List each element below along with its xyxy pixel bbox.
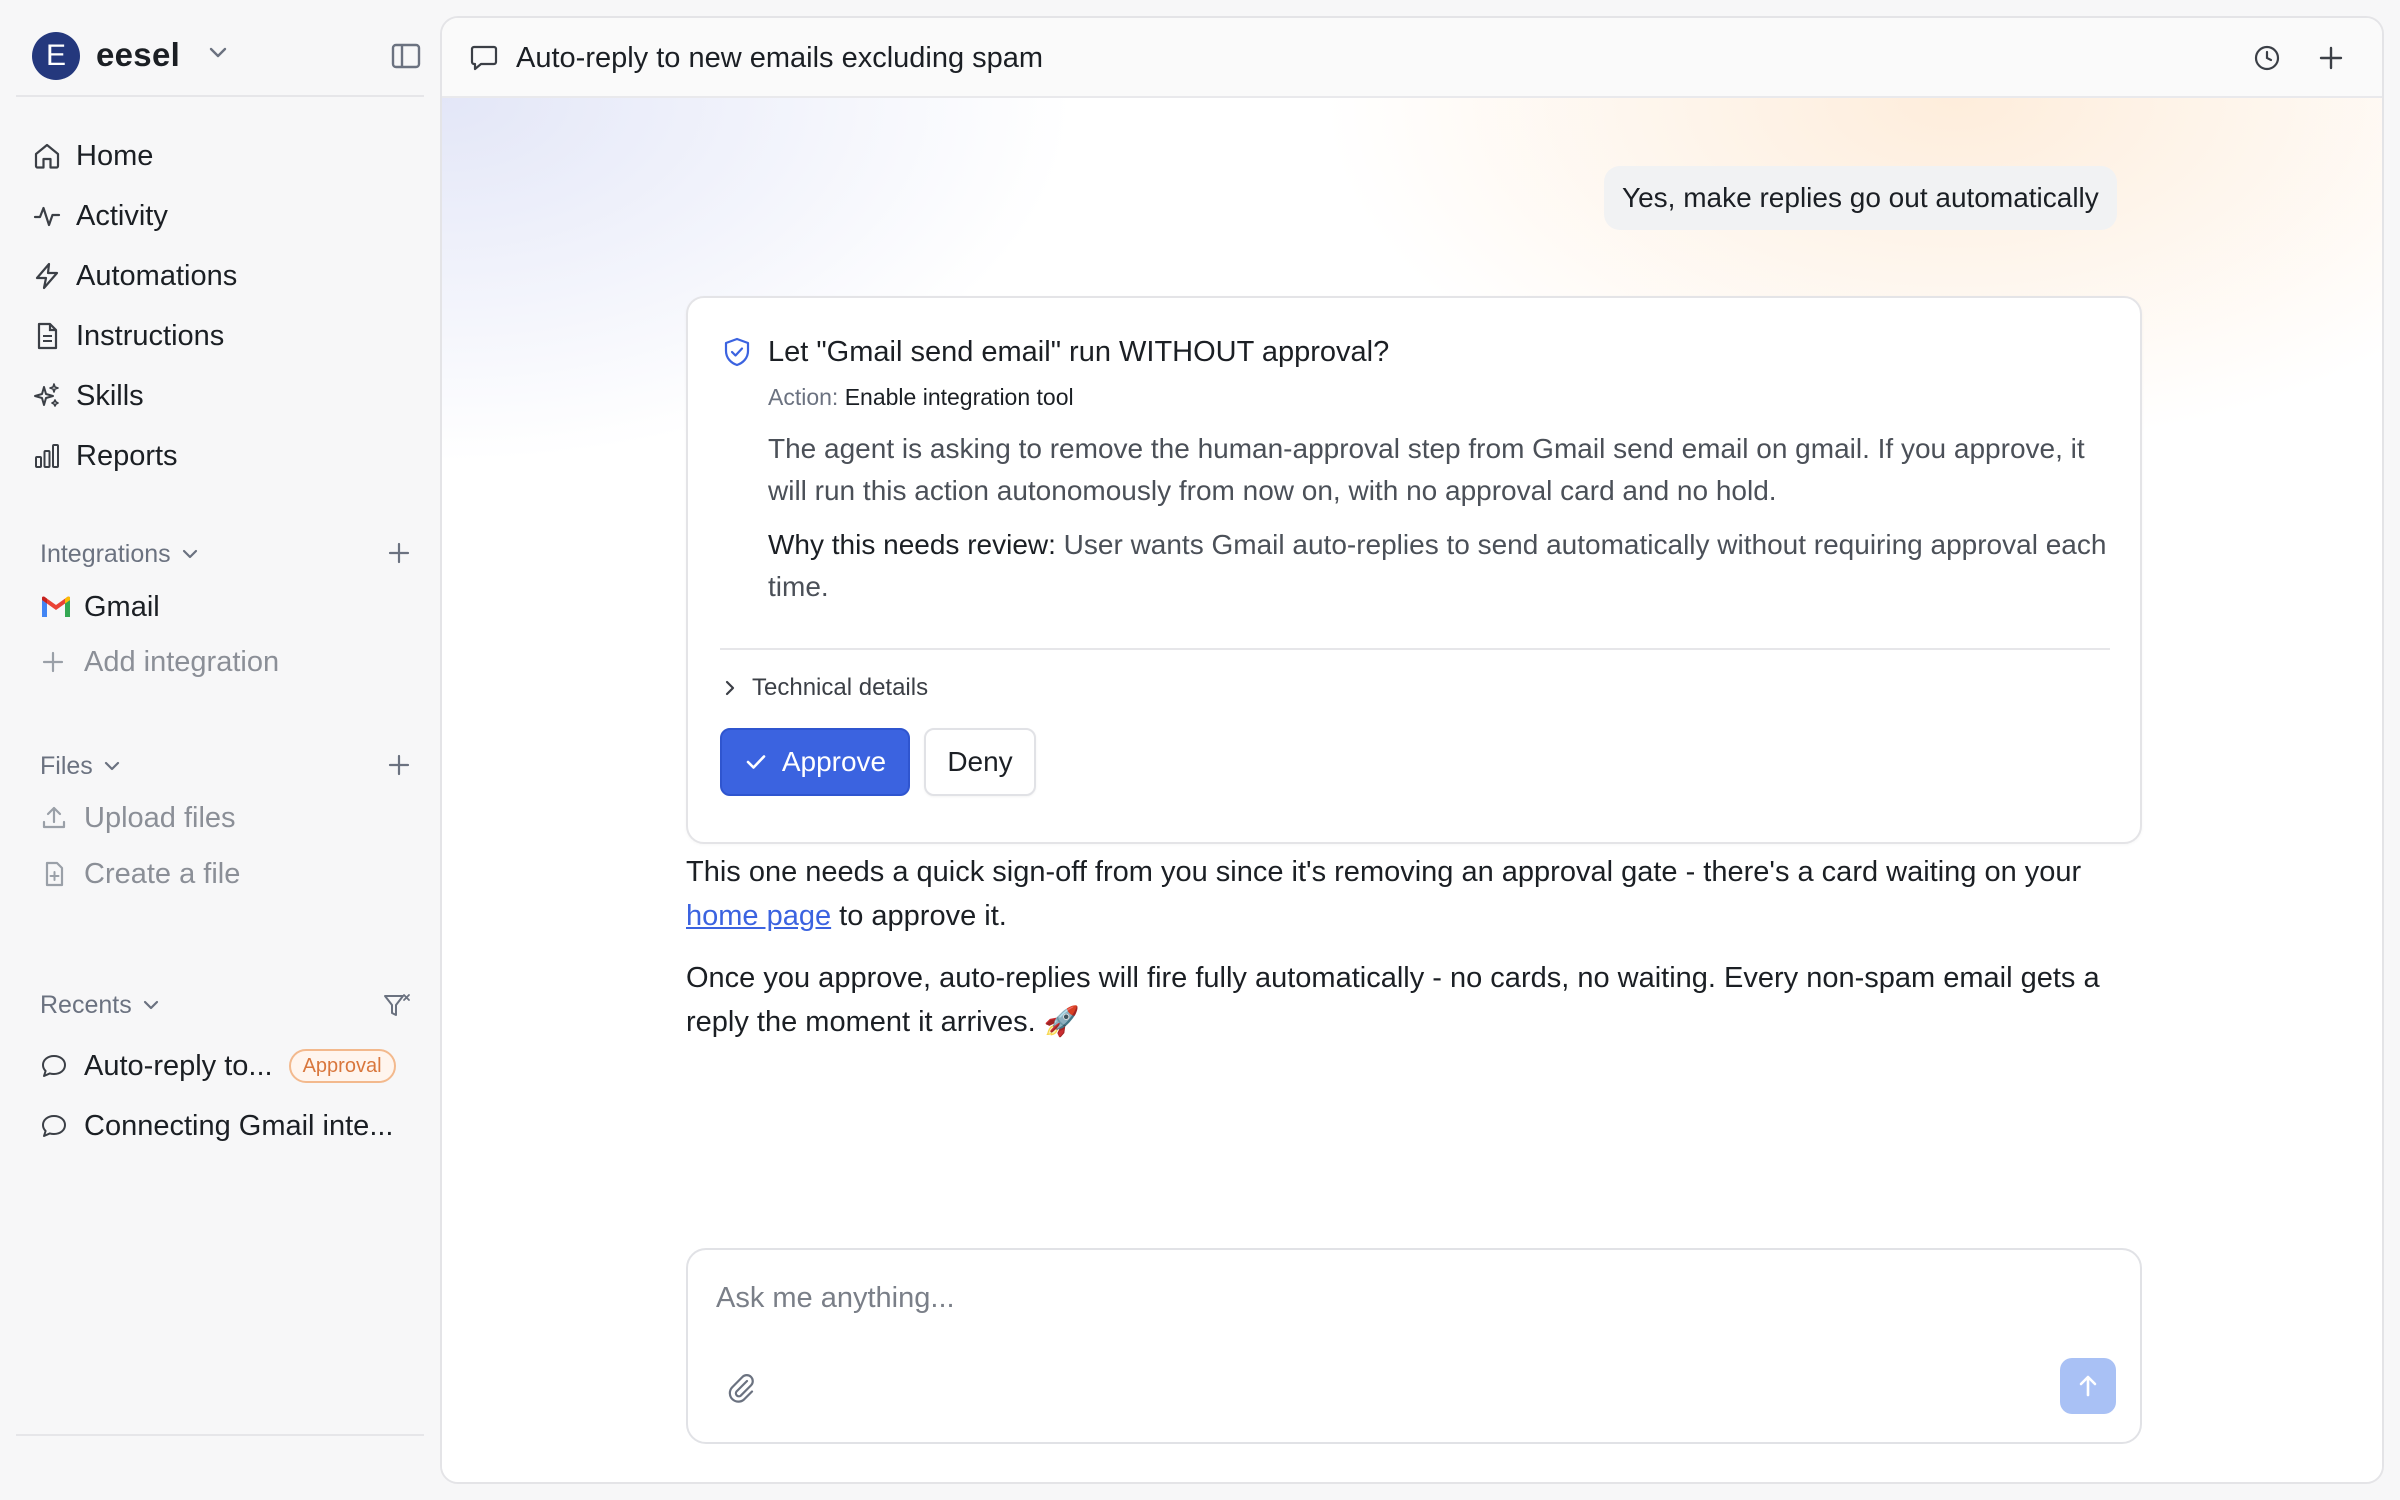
add-file-plus-icon[interactable] bbox=[386, 752, 412, 778]
approval-title: Let "Gmail send email" run WITHOUT appro… bbox=[768, 336, 1390, 368]
workspace-header: E eesel bbox=[16, 0, 424, 97]
chat-header: Auto-reply to new emails excluding spam bbox=[442, 18, 2382, 98]
integrations-header[interactable]: Integrations bbox=[40, 534, 418, 574]
technical-details-label: Technical details bbox=[752, 674, 929, 701]
nav-label: Home bbox=[76, 139, 154, 172]
main-nav: Home Activity Automations Instructions S… bbox=[32, 126, 422, 486]
gmail-icon bbox=[40, 595, 84, 619]
files-header[interactable]: Files bbox=[40, 746, 418, 786]
add-integration-label: Add integration bbox=[84, 645, 280, 678]
technical-details-toggle[interactable]: Technical details bbox=[722, 670, 928, 706]
upload-files-button[interactable]: Upload files bbox=[40, 793, 420, 843]
send-button[interactable] bbox=[2060, 1358, 2116, 1414]
approval-card: Let "Gmail send email" run WITHOUT appro… bbox=[686, 296, 2142, 844]
nav-label: Automations bbox=[76, 259, 238, 292]
upload-files-label: Upload files bbox=[84, 801, 236, 834]
approval-description: The agent is asking to remove the human-… bbox=[768, 433, 2085, 506]
recent-item-label: Auto-reply to... bbox=[84, 1049, 273, 1082]
nav-item-skills[interactable]: Skills bbox=[32, 366, 422, 426]
arrow-up-icon bbox=[2079, 1375, 2097, 1397]
nav-item-automations[interactable]: Automations bbox=[32, 246, 422, 306]
add-integration-button[interactable]: Add integration bbox=[40, 637, 420, 687]
approval-action: Action: Enable integration tool bbox=[768, 384, 1074, 411]
recent-item[interactable]: Connecting Gmail inte... bbox=[40, 1101, 420, 1151]
nav-item-reports[interactable]: Reports bbox=[32, 426, 422, 486]
approval-action-key: Action: bbox=[768, 384, 839, 410]
chat-bubble-icon bbox=[468, 42, 500, 74]
assistant-message: Once you approve, auto-replies will fire… bbox=[686, 962, 2100, 1038]
assistant-text: This one needs a quick sign-off from you… bbox=[686, 856, 2082, 888]
activity-icon bbox=[32, 201, 76, 231]
chat-panel: Auto-reply to new emails excluding spam … bbox=[440, 16, 2384, 1484]
user-message-bubble: Yes, make replies go out automatically bbox=[1604, 166, 2117, 230]
nav-label: Reports bbox=[76, 439, 178, 472]
workspace-avatar[interactable]: E bbox=[32, 32, 80, 80]
home-page-link[interactable]: home page bbox=[686, 900, 831, 932]
bar-chart-icon bbox=[32, 441, 76, 471]
chevron-down-icon[interactable] bbox=[208, 46, 228, 60]
card-divider bbox=[720, 648, 2110, 650]
chevron-down-icon bbox=[181, 548, 199, 560]
chat-bubble-icon bbox=[40, 1112, 84, 1140]
approval-reason: Why this needs review: User wants Gmail … bbox=[768, 524, 2108, 608]
approve-label: Approve bbox=[781, 746, 887, 777]
recent-item-label: Connecting Gmail inte... bbox=[84, 1109, 394, 1142]
status-badge: Approval bbox=[288, 1049, 396, 1083]
message-composer bbox=[686, 1248, 2142, 1444]
check-icon bbox=[746, 755, 766, 769]
nav-label: Activity bbox=[76, 199, 168, 232]
nav-item-home[interactable]: Home bbox=[32, 126, 422, 186]
history-clock-icon[interactable] bbox=[2252, 43, 2282, 73]
workspace-name[interactable]: eesel bbox=[96, 36, 180, 74]
home-icon bbox=[32, 141, 76, 171]
sidebar-footer-divider bbox=[16, 1434, 424, 1436]
recents-heading: Recents bbox=[40, 990, 132, 1019]
approve-button[interactable]: Approve bbox=[720, 728, 910, 796]
chevron-right-icon bbox=[722, 678, 738, 698]
assistant-message: This one needs a quick sign-off from you… bbox=[686, 850, 2156, 938]
integration-label: Gmail bbox=[84, 590, 160, 623]
assistant-text: to approve it. bbox=[831, 900, 1007, 932]
sidebar: E eesel Home Activity Automations Instru… bbox=[0, 0, 440, 1500]
new-chat-plus-icon[interactable] bbox=[2316, 43, 2346, 73]
deny-button[interactable]: Deny bbox=[924, 728, 1036, 796]
approval-reason-key: Why this needs review: bbox=[768, 529, 1056, 560]
sparkle-icon bbox=[32, 381, 76, 411]
filter-icon[interactable] bbox=[382, 991, 412, 1021]
plus-icon bbox=[40, 649, 84, 675]
add-integration-plus-icon[interactable] bbox=[386, 540, 412, 566]
chat-title: Auto-reply to new emails excluding spam bbox=[516, 42, 1044, 74]
chevron-down-icon bbox=[142, 999, 160, 1011]
create-file-label: Create a file bbox=[84, 857, 241, 890]
integration-item-gmail[interactable]: Gmail bbox=[40, 582, 420, 632]
chevron-down-icon bbox=[103, 760, 121, 772]
nav-item-instructions[interactable]: Instructions bbox=[32, 306, 422, 366]
integrations-heading: Integrations bbox=[40, 539, 171, 568]
sidebar-toggle-icon[interactable] bbox=[390, 40, 422, 72]
create-file-button[interactable]: Create a file bbox=[40, 849, 420, 899]
approval-action-value: Enable integration tool bbox=[844, 384, 1074, 410]
lightning-icon bbox=[32, 261, 76, 291]
chat-bubble-icon bbox=[40, 1052, 84, 1080]
chat-input[interactable] bbox=[716, 1276, 2106, 1320]
paperclip-icon[interactable] bbox=[726, 1372, 756, 1404]
nav-item-activity[interactable]: Activity bbox=[32, 186, 422, 246]
recents-header[interactable]: Recents bbox=[40, 985, 418, 1025]
files-heading: Files bbox=[40, 751, 93, 780]
document-icon bbox=[32, 321, 76, 351]
recent-item[interactable]: Auto-reply to... Approval bbox=[40, 1041, 420, 1091]
shield-check-icon bbox=[722, 336, 752, 368]
new-file-icon bbox=[40, 860, 84, 888]
nav-label: Instructions bbox=[76, 319, 225, 352]
upload-icon bbox=[40, 804, 84, 832]
nav-label: Skills bbox=[76, 379, 144, 412]
